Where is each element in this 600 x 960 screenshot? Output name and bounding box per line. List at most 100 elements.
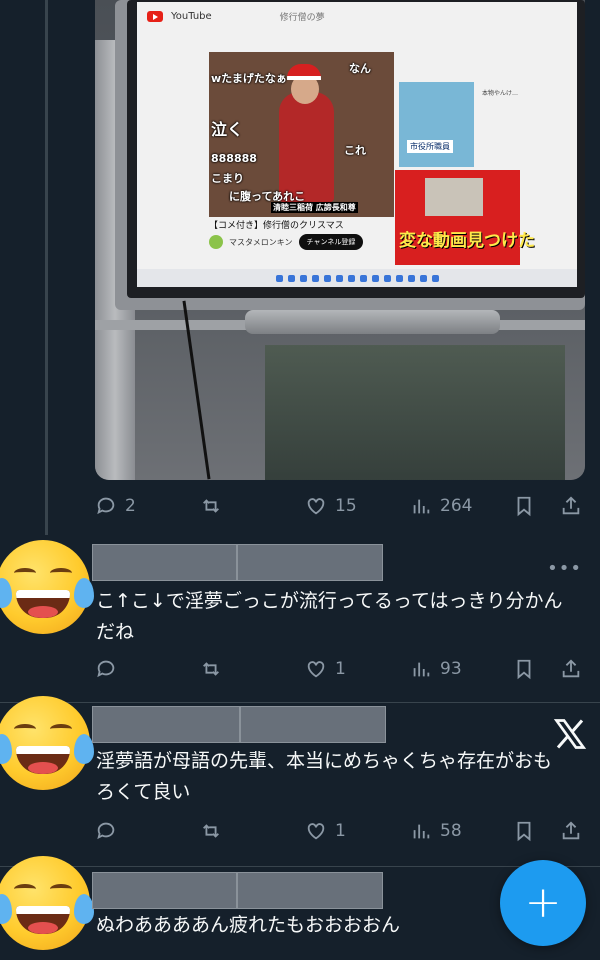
heart-icon	[307, 823, 325, 840]
tear-icon	[0, 578, 12, 608]
bookmark-button[interactable]	[513, 495, 535, 517]
redacted-display-name	[92, 544, 237, 581]
heart-icon	[307, 661, 325, 678]
tear-icon	[74, 578, 94, 608]
reply-icon	[97, 660, 115, 678]
yt-brand: YouTube	[171, 10, 212, 22]
tear-icon	[0, 734, 12, 764]
avatar[interactable]	[0, 696, 94, 790]
video-frame: なん wたまげたなぁ 泣く 888888 こまり に腹ってあれこ これ 清睦三稲…	[209, 52, 394, 217]
bookmark-icon	[517, 659, 531, 680]
share-button[interactable]	[560, 658, 582, 680]
share-button[interactable]	[560, 820, 582, 842]
post-action-bar: 2 15 264	[95, 492, 590, 520]
repost-button[interactable]	[200, 658, 222, 680]
thread-line	[45, 0, 48, 535]
tear-icon	[74, 734, 94, 764]
reply-action-bar: 1 58	[95, 817, 590, 845]
divider	[0, 866, 600, 867]
reply-button[interactable]	[95, 658, 117, 680]
compose-button[interactable]: +	[500, 860, 586, 946]
avatar[interactable]	[0, 856, 94, 950]
share-icon	[562, 659, 580, 678]
redacted-handle	[237, 544, 383, 581]
reply-text: ぬわああああん疲れたもおおおおん	[96, 914, 401, 936]
views-button[interactable]: 58	[410, 820, 462, 842]
share-button[interactable]	[560, 495, 582, 517]
share-icon	[562, 496, 580, 515]
divider	[0, 702, 600, 703]
views-icon	[413, 824, 430, 839]
reply-icon	[97, 497, 115, 515]
video-caption: 清睦三稲荷 広諦長和尊	[271, 202, 358, 213]
view-count: 93	[440, 659, 462, 679]
redacted-display-name	[92, 706, 240, 743]
yt-search-text: 修行僧の夢	[279, 12, 325, 23]
reply-count: 2	[125, 496, 136, 516]
redacted-handle	[240, 706, 386, 743]
repost-icon	[203, 499, 219, 513]
reply-button[interactable]	[95, 820, 117, 842]
views-icon	[413, 662, 430, 677]
views-button[interactable]: 264	[410, 495, 472, 517]
reply-text: こ↑こ↓で淫夢ごっこが流行ってるってはっきり分かんだね	[96, 590, 563, 643]
view-count: 58	[440, 821, 462, 841]
heart-icon	[307, 498, 325, 515]
repost-icon	[203, 662, 219, 676]
soundbar	[245, 310, 500, 334]
santa-hat-icon	[287, 64, 321, 80]
view-count: 264	[440, 496, 473, 516]
taskbar	[137, 269, 577, 287]
like-count: 1	[335, 821, 346, 841]
video-comment: こまり	[211, 172, 244, 185]
like-count: 15	[335, 496, 357, 516]
plus-icon: +	[524, 877, 562, 928]
video-comment: 888888	[211, 152, 257, 165]
video-person	[279, 92, 334, 202]
video-comment: これ	[344, 144, 366, 157]
video-comment: wたまげたなぁ	[211, 72, 287, 85]
video-comment: なん	[349, 62, 371, 75]
side-thumbnail-inner	[425, 178, 483, 216]
avatar[interactable]	[0, 540, 94, 634]
repost-button[interactable]	[200, 495, 222, 517]
tear-icon	[74, 894, 94, 924]
more-icon[interactable]: •••	[547, 558, 582, 579]
views-button[interactable]: 93	[410, 658, 462, 680]
channel-name: マスタメロンキン	[229, 237, 293, 247]
bookmark-icon	[517, 821, 531, 842]
repost-icon	[203, 824, 219, 838]
subscribe-button: チャンネル登録	[298, 234, 364, 250]
like-button[interactable]: 15	[305, 495, 357, 517]
side-thumbnail: 市役所職員	[399, 82, 474, 167]
side-thumbnail-red: 変な動画見つけた	[395, 170, 535, 265]
glass-partition	[265, 345, 565, 480]
video-title: 【コメ付き】修行僧のクリスマス	[209, 221, 344, 231]
tear-icon	[0, 894, 12, 924]
views-icon	[413, 499, 430, 514]
redacted-handle	[237, 872, 383, 909]
redacted-display-name	[92, 872, 237, 909]
side-label: 本物やんけ…	[482, 90, 519, 97]
share-icon	[562, 821, 580, 840]
monitor-screen: YouTube 修行僧の夢 なん wたまげたなぁ 泣く 888888 こまり に…	[137, 2, 577, 287]
side-banner-text: 変な動画見つけた	[399, 231, 535, 251]
bookmark-button[interactable]	[513, 658, 535, 680]
channel-avatar	[209, 235, 223, 249]
reply-button[interactable]: 2	[95, 495, 136, 517]
youtube-logo-icon	[147, 10, 163, 22]
bookmark-icon	[517, 496, 531, 517]
post-media-image[interactable]: YouTube 修行僧の夢 なん wたまげたなぁ 泣く 888888 こまり に…	[95, 0, 585, 480]
bookmark-button[interactable]	[513, 820, 535, 842]
side-thumbnail-tag: 市役所職員	[407, 140, 453, 153]
like-button[interactable]: 1	[305, 658, 346, 680]
reply-action-bar: 1 93	[95, 655, 590, 683]
reply-icon	[97, 822, 115, 840]
yt-header: YouTube 修行僧の夢	[137, 2, 577, 30]
video-comment: 泣く	[211, 120, 244, 139]
like-button[interactable]: 1	[305, 820, 346, 842]
like-count: 1	[335, 659, 346, 679]
reply-text: 淫夢語が母語の先輩、本当にめちゃくちゃ存在がおもろくて良い	[96, 750, 553, 803]
repost-button[interactable]	[200, 820, 222, 842]
channel-row: マスタメロンキン チャンネル登録	[209, 234, 364, 250]
